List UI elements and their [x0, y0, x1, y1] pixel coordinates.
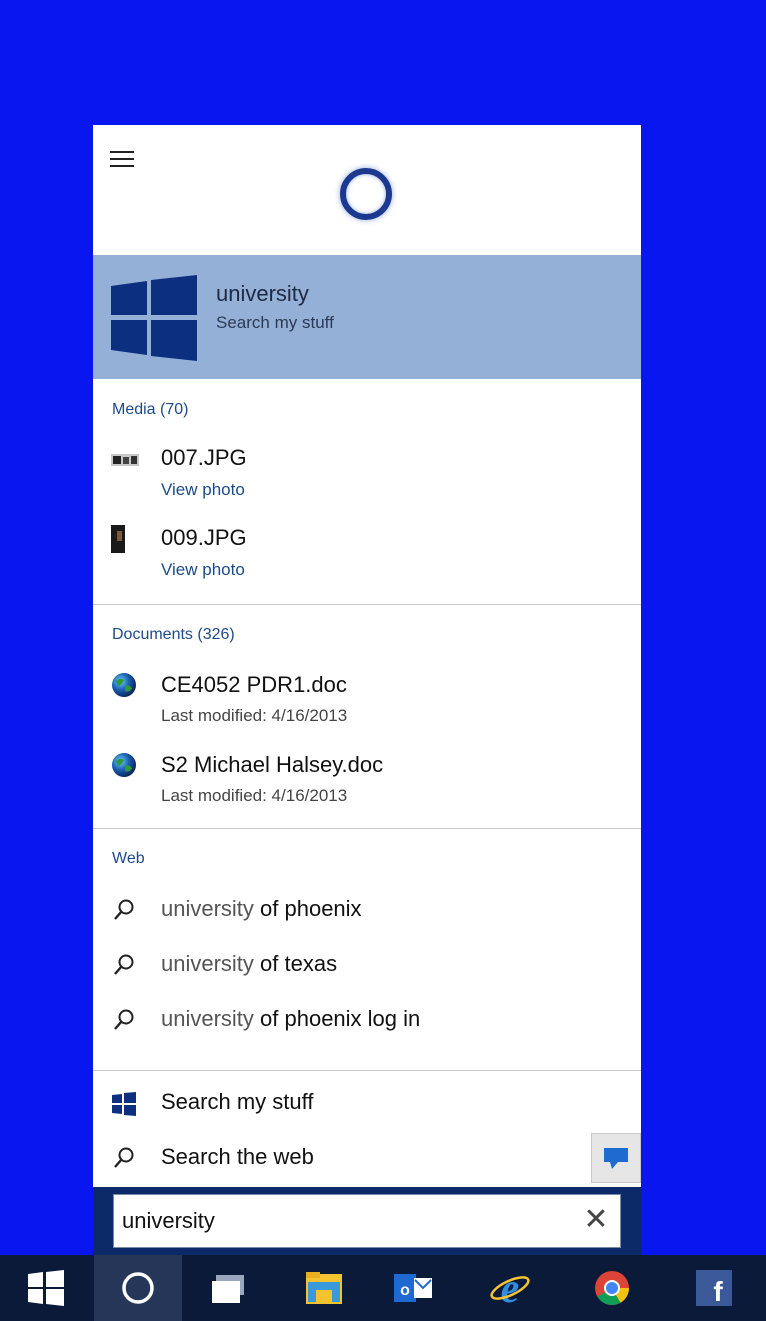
file-explorer-button[interactable]: [290, 1255, 366, 1321]
best-match-title: university: [216, 281, 309, 306]
search-input[interactable]: [113, 1194, 621, 1248]
web-suggestion-text: university of texas: [161, 951, 338, 976]
cortana-icon: [122, 1272, 154, 1304]
start-button[interactable]: [0, 1255, 92, 1321]
chrome-icon: [595, 1271, 629, 1305]
media-item[interactable]: 007.JPG View photo: [93, 445, 641, 507]
web-suggestion-text: university of phoenix: [161, 896, 362, 921]
windows-logo-icon: [111, 275, 197, 361]
document-name: CE4052 PDR1.doc: [161, 672, 347, 697]
web-suggestion-text: university of phoenix log in: [161, 1006, 421, 1031]
facebook-button[interactable]: f: [676, 1255, 752, 1321]
file-explorer-icon: [306, 1272, 342, 1304]
search-my-stuff-button[interactable]: Search my stuff: [93, 1083, 641, 1123]
web-section-header[interactable]: Web: [112, 850, 145, 868]
photo-thumbnail-icon: [111, 525, 125, 553]
internet-explorer-icon: e: [490, 1266, 530, 1310]
media-item-name: 009.JPG: [161, 525, 247, 550]
document-last-modified: Last modified: 4/16/2013: [161, 706, 348, 725]
web-suggestion[interactable]: university of texas: [93, 945, 641, 985]
search-icon: [114, 954, 134, 975]
windows-logo-icon: [112, 1092, 136, 1116]
search-bar: ✕: [93, 1187, 641, 1255]
document-name: S2 Michael Halsey.doc: [161, 752, 384, 777]
search-icon: [114, 899, 134, 920]
section-divider: [93, 1070, 641, 1071]
media-item[interactable]: 009.JPG View photo: [93, 525, 641, 587]
document-last-modified: Last modified: 4/16/2013: [161, 786, 348, 805]
chrome-button[interactable]: [572, 1255, 652, 1321]
svg-text:f: f: [713, 1276, 723, 1306]
feedback-button[interactable]: [591, 1133, 641, 1183]
view-photo-link[interactable]: View photo: [161, 480, 245, 500]
clear-search-icon[interactable]: ✕: [581, 1205, 611, 1235]
task-view-icon: [212, 1275, 244, 1303]
taskbar: o e f: [0, 1255, 766, 1321]
photo-thumbnail-icon: [111, 454, 139, 466]
view-photo-link[interactable]: View photo: [161, 560, 245, 580]
search-the-web-button[interactable]: Search the web: [93, 1138, 641, 1178]
web-suggestion[interactable]: university of phoenix log in: [93, 1000, 641, 1040]
outlook-icon: o: [394, 1274, 432, 1302]
best-match-result[interactable]: university Search my stuff: [93, 255, 641, 379]
hamburger-menu-icon[interactable]: [110, 151, 134, 169]
internet-explorer-button[interactable]: e: [470, 1255, 550, 1321]
media-item-name: 007.JPG: [161, 445, 247, 470]
search-icon: [114, 1009, 134, 1030]
best-match-subtitle: Search my stuff: [216, 313, 334, 332]
svg-text:e: e: [501, 1266, 520, 1310]
feedback-icon: [604, 1148, 628, 1169]
document-item[interactable]: S2 Michael Halsey.doc Last modified: 4/1…: [93, 750, 641, 810]
globe-document-icon: [112, 673, 136, 697]
cortana-icon: [340, 168, 392, 220]
search-the-web-label: Search the web: [161, 1144, 314, 1169]
task-view-button[interactable]: [190, 1255, 270, 1321]
document-item[interactable]: CE4052 PDR1.doc Last modified: 4/16/2013: [93, 670, 641, 730]
section-divider: [93, 604, 641, 605]
facebook-icon: f: [696, 1270, 732, 1306]
search-my-stuff-label: Search my stuff: [161, 1089, 314, 1114]
cortana-taskbar-button[interactable]: [94, 1255, 182, 1321]
documents-section-header[interactable]: Documents (326): [112, 626, 235, 644]
globe-document-icon: [112, 753, 136, 777]
web-suggestion[interactable]: university of phoenix: [93, 890, 641, 930]
start-icon: [28, 1270, 64, 1306]
cortana-search-panel: university Search my stuff Media (70) 00…: [93, 125, 641, 1255]
media-section-header[interactable]: Media (70): [112, 401, 188, 419]
svg-text:o: o: [400, 1282, 410, 1299]
search-icon: [114, 1147, 134, 1168]
panel-header: [93, 125, 641, 255]
outlook-button[interactable]: o: [378, 1255, 454, 1321]
section-divider: [93, 828, 641, 829]
